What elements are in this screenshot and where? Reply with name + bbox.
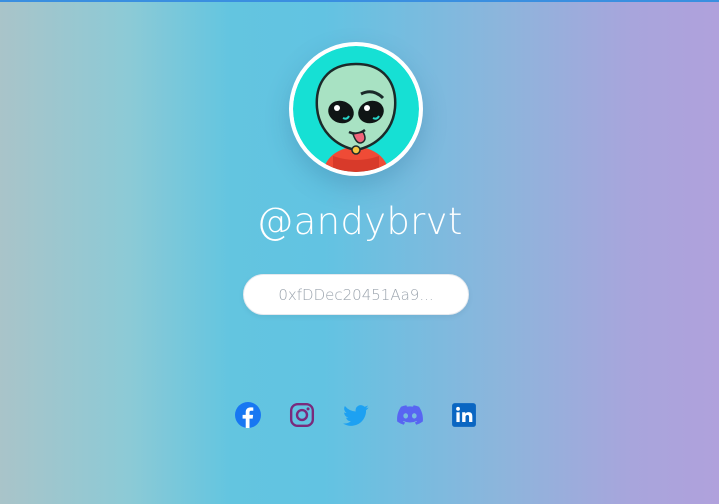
instagram-icon — [289, 402, 315, 428]
wallet-address-button[interactable]: 0xfDDec20451Aa9... — [243, 274, 469, 315]
facebook-link[interactable] — [235, 402, 261, 428]
profile-username: @andybrvt — [256, 200, 463, 243]
avatar[interactable] — [289, 42, 423, 176]
twitter-link[interactable] — [343, 402, 369, 428]
discord-link[interactable] — [397, 402, 423, 428]
top-accent-line — [0, 0, 719, 2]
wallet-address-text: 0xfDDec20451Aa9... — [278, 285, 434, 304]
social-links — [235, 402, 477, 428]
discord-icon — [397, 405, 423, 425]
linkedin-link[interactable] — [451, 402, 477, 428]
alien-avatar-icon — [293, 46, 419, 172]
facebook-icon — [235, 402, 261, 428]
twitter-icon — [343, 405, 369, 426]
instagram-link[interactable] — [289, 402, 315, 428]
linkedin-icon — [452, 403, 476, 427]
